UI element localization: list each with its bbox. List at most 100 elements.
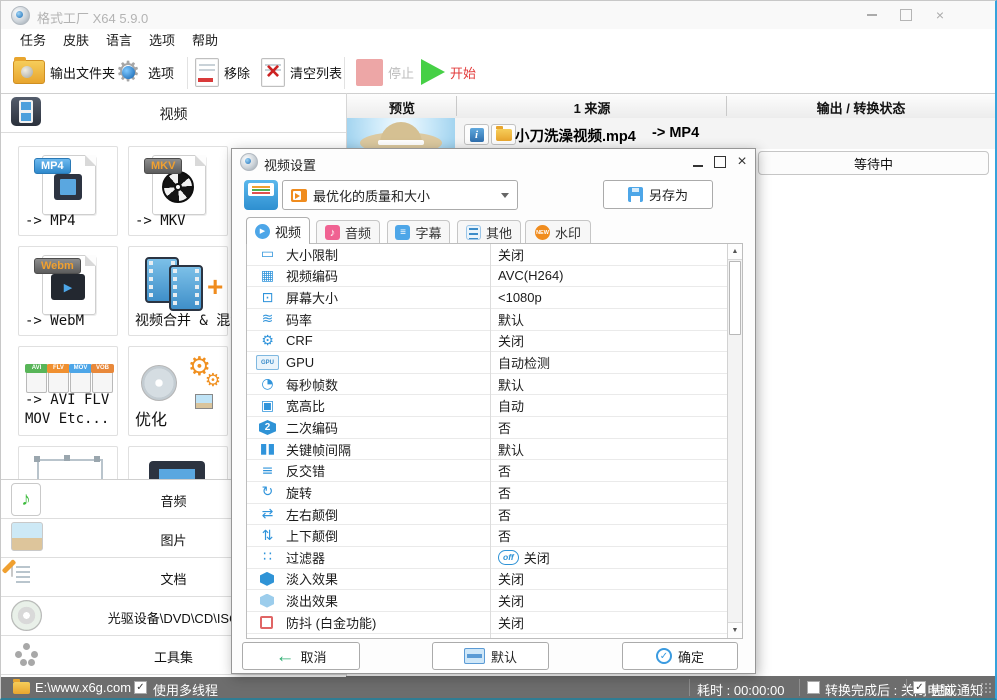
media-info-button[interactable]: i bbox=[464, 124, 489, 145]
default-button[interactable]: 默认 bbox=[432, 642, 549, 670]
settings-row[interactable]: GPU GPU 自动检测 bbox=[247, 352, 727, 374]
filter-icon: ∷ bbox=[263, 549, 272, 566]
settings-row[interactable]: ▭ 大小限制 关闭 bbox=[247, 244, 727, 266]
setting-value[interactable]: off 关闭 bbox=[498, 548, 550, 567]
fade-in-icon bbox=[260, 571, 274, 586]
setting-value[interactable]: AVC(H264) bbox=[498, 268, 564, 283]
multithread-checkbox[interactable] bbox=[134, 681, 147, 694]
settings-row[interactable]: ◔ 每秒帧数 默认 bbox=[247, 374, 727, 396]
settings-row[interactable]: ▮▮ 关键帧间隔 默认 bbox=[247, 439, 727, 461]
column-preview[interactable]: 预览 bbox=[347, 98, 457, 117]
cancel-button[interactable]: ← 取消 bbox=[242, 642, 360, 670]
dialog-maximize-button[interactable] bbox=[712, 154, 728, 170]
vertical-scrollbar[interactable]: ▲ ▼ bbox=[727, 244, 742, 638]
setting-value[interactable]: 关闭 bbox=[498, 569, 524, 588]
fps-icon: ◔ bbox=[261, 376, 274, 393]
column-output-state[interactable]: 输出 / 转换状态 bbox=[727, 98, 995, 117]
card-label: -> MKV bbox=[135, 213, 186, 230]
save-as-button[interactable]: 另存为 bbox=[603, 180, 713, 209]
remove-button[interactable]: 移除 bbox=[195, 54, 250, 90]
settings-row[interactable]: 淡入效果 关闭 bbox=[247, 569, 727, 591]
maximize-icon bbox=[900, 9, 912, 21]
setting-value[interactable]: 关闭 bbox=[498, 331, 524, 350]
menu-help[interactable]: 帮助 bbox=[191, 30, 219, 49]
card-label: -> MP4 bbox=[25, 213, 76, 230]
scroll-down-button[interactable]: ▼ bbox=[728, 622, 742, 638]
off-badge-icon: off bbox=[498, 549, 519, 565]
setting-label: 每秒帧数 bbox=[286, 377, 339, 393]
save-as-label: 另存为 bbox=[648, 188, 688, 203]
menu-task[interactable]: 任务 bbox=[19, 30, 47, 49]
tab-other[interactable]: 其他 bbox=[457, 220, 521, 244]
scrollbar-thumb[interactable] bbox=[729, 261, 741, 335]
setting-value[interactable]: 关闭 bbox=[498, 591, 524, 610]
options-button[interactable]: ⚙ 选项 bbox=[113, 54, 174, 90]
open-folder-button[interactable] bbox=[491, 124, 516, 145]
setting-value[interactable]: 否 bbox=[498, 526, 511, 545]
tab-subtitle[interactable]: ≡ 字幕 bbox=[387, 220, 450, 244]
queue-row[interactable]: i 小刀洗澡视频.mp4 -> MP4 bbox=[347, 118, 995, 149]
video-settings-dialog: 视频设置 × 最优化的质量和大小 另存为 ▶ 视频 ♪ 音频 ≡ 字幕 其他 N… bbox=[231, 148, 756, 674]
column-source[interactable]: 1 来源 bbox=[457, 98, 727, 117]
card-to-avi-flv-mov[interactable]: AVI FLV MOV VOB -> AVI FLV MOV Etc... bbox=[18, 346, 118, 436]
settings-row[interactable]: ▣ 宽高比 自动 bbox=[247, 395, 727, 418]
output-folder-button[interactable]: 输出文件夹 bbox=[13, 54, 115, 90]
minimize-button[interactable] bbox=[863, 7, 881, 23]
close-button[interactable]: × bbox=[931, 7, 949, 23]
profile-video-icon bbox=[291, 188, 307, 202]
dialog-close-button[interactable]: × bbox=[734, 154, 750, 170]
setting-value[interactable]: 自动检测 bbox=[498, 353, 550, 372]
dialog-minimize-button[interactable] bbox=[690, 154, 706, 170]
setting-value[interactable]: 否 bbox=[498, 483, 511, 502]
sidebar-video-header[interactable]: 视频 bbox=[1, 93, 346, 133]
card-video-merge[interactable]: + 视频合并 & 混流 bbox=[128, 246, 244, 336]
settings-row[interactable]: ≡ 反交错 否 bbox=[247, 460, 727, 483]
menu-options[interactable]: 选项 bbox=[148, 30, 176, 49]
dialog-logo-icon bbox=[240, 153, 258, 171]
setting-value[interactable]: 关闭 bbox=[498, 613, 524, 632]
scroll-up-button[interactable]: ▲ bbox=[728, 244, 742, 260]
tab-video[interactable]: ▶ 视频 bbox=[246, 217, 310, 244]
card-optimize[interactable]: ⚙ ⚙ 优化 bbox=[128, 346, 228, 436]
setting-value[interactable]: 关闭 bbox=[498, 245, 524, 264]
notify-checkbox[interactable] bbox=[913, 681, 926, 694]
stop-button[interactable]: 停止 bbox=[356, 54, 414, 90]
clear-list-button[interactable]: 清空列表 bbox=[261, 54, 342, 90]
setting-value[interactable]: <1080p bbox=[498, 290, 542, 305]
settings-row[interactable]: ⇅ 上下颠倒 否 bbox=[247, 525, 727, 547]
ok-button[interactable]: ✓ 确定 bbox=[622, 642, 738, 670]
queue-header: 预览 1 来源 输出 / 转换状态 bbox=[347, 93, 995, 119]
card-to-mp4[interactable]: MP4 -> MP4 bbox=[18, 146, 118, 236]
settings-row[interactable]: ▦ 视频编码 AVC(H264) bbox=[247, 266, 727, 288]
setting-value[interactable]: 否 bbox=[498, 461, 511, 480]
settings-row[interactable]: 2 二次编码 否 bbox=[247, 417, 727, 439]
tab-audio[interactable]: ♪ 音频 bbox=[316, 220, 380, 244]
settings-row[interactable]: ⇄ 左右颠倒 否 bbox=[247, 504, 727, 526]
settings-row[interactable]: ⚙ CRF 关闭 bbox=[247, 331, 727, 353]
profile-dropdown[interactable]: 最优化的质量和大小 bbox=[282, 180, 518, 210]
setting-value[interactable]: 默认 bbox=[498, 310, 524, 329]
card-to-mkv[interactable]: MKV -> MKV bbox=[128, 146, 228, 236]
maximize-button[interactable] bbox=[897, 7, 915, 23]
setting-value[interactable]: 默认 bbox=[498, 375, 524, 394]
settings-row[interactable]: ≋ 码率 默认 bbox=[247, 309, 727, 331]
setting-value[interactable]: 否 bbox=[498, 418, 511, 437]
settings-row[interactable]: 防抖 (白金功能) 关闭 bbox=[247, 612, 727, 634]
mp4-badge: MP4 bbox=[34, 158, 71, 174]
setting-value[interactable]: 自动 bbox=[498, 396, 524, 415]
setting-value[interactable]: 否 bbox=[498, 505, 511, 524]
menu-skin[interactable]: 皮肤 bbox=[62, 30, 90, 49]
resize-grip[interactable] bbox=[980, 682, 992, 694]
card-to-webm[interactable]: ▶ Webm -> WebM bbox=[18, 246, 118, 336]
shutdown-after-checkbox[interactable] bbox=[807, 681, 820, 694]
menu-language[interactable]: 语言 bbox=[105, 30, 133, 49]
setting-value[interactable]: 默认 bbox=[498, 440, 524, 459]
output-path[interactable]: E:\www.x6g.com bbox=[35, 680, 131, 695]
settings-row[interactable]: ⊡ 屏幕大小 <1080p bbox=[247, 287, 727, 309]
settings-row[interactable]: 淡出效果 关闭 bbox=[247, 590, 727, 612]
start-button[interactable]: 开始 bbox=[421, 54, 476, 90]
settings-row[interactable]: ∷ 过滤器 off 关闭 bbox=[247, 547, 727, 569]
settings-row[interactable]: ↻ 旋转 否 bbox=[247, 482, 727, 504]
tab-watermark[interactable]: NEW 水印 bbox=[525, 220, 591, 244]
minimize-icon bbox=[867, 14, 877, 16]
